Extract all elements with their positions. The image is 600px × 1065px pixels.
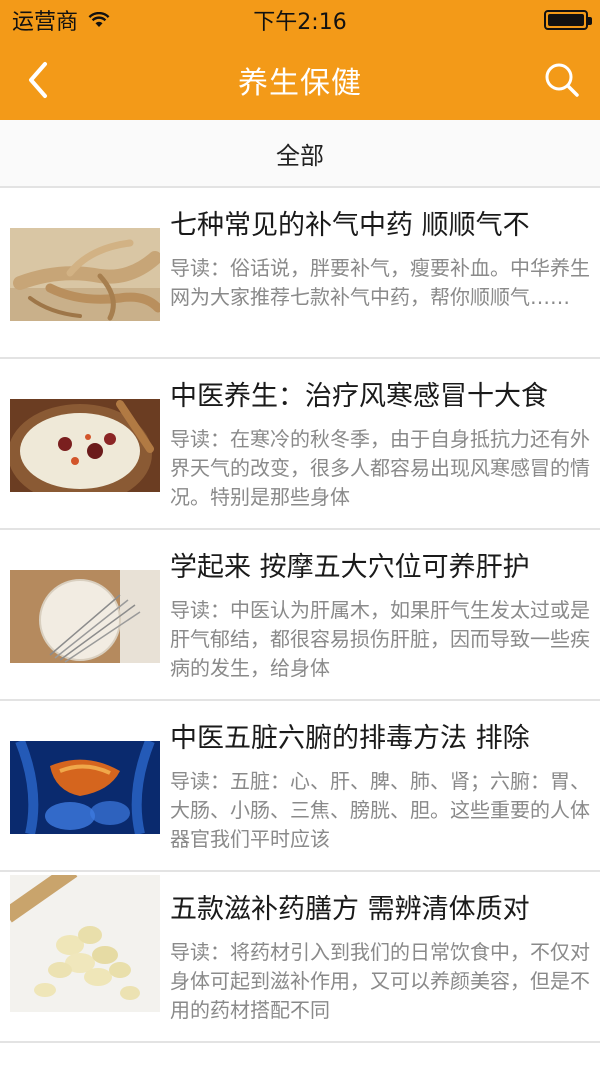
article-title: 中医养生：治疗风寒感冒十大食: [170, 381, 548, 412]
page-title: 养生保健: [238, 66, 362, 101]
article-item[interactable]: 中医五脏六腑的排毒方法 排除 导读：五脏：心、肝、脾、肺、肾；六腑：胃、大肠、小…: [0, 701, 600, 872]
article-summary: 导读：俗话说，胖要补气，瘦要补血。中华养生网为大家推荐七款补气中药，帮你顺顺气……: [170, 256, 590, 309]
article-item[interactable]: 学起来 按摩五大穴位可养肝护 导读：中医认为肝属木，如果肝气生发太过或是肝气郁结…: [0, 530, 600, 701]
article-item[interactable]: 中医养生：治疗风寒感冒十大食 导读：在寒冷的秋冬季，由于自身抵抗力还有外界天气的…: [0, 359, 600, 530]
article-title: 中医五脏六腑的排毒方法 排除: [170, 723, 530, 754]
status-bar: 运营商 下午2:16: [0, 0, 600, 40]
article-thumbnail-porridge: [10, 399, 160, 492]
article-thumbnail-acupuncture: [10, 570, 160, 663]
chevron-left-icon: [29, 62, 47, 98]
article-summary: 导读：在寒冷的秋冬季，由于自身抵抗力还有外界天气的改变，很多人都容易出现风寒感冒…: [170, 427, 590, 509]
category-filter-all[interactable]: 全部: [0, 120, 600, 188]
article-summary: 导读：中医认为肝属木，如果肝气生发太过或是肝气郁结，都很容易损伤肝脏，因而导致一…: [170, 598, 590, 680]
article-summary: 导读：将药材引入到我们的日常饮食中，不仅对身体可起到滋补作用，又可以养颜美容，但…: [170, 940, 590, 1022]
article-title: 五款滋补药膳方 需辨清体质对: [170, 894, 530, 925]
article-summary: 导读：五脏：心、肝、脾、肺、肾；六腑：胃、大肠、小肠、三焦、膀胱、胆。这些重要的…: [170, 769, 590, 851]
article-thumbnail-herbal-slices: [10, 875, 160, 1012]
search-icon: [545, 63, 579, 97]
status-left: 运营商: [12, 4, 110, 36]
article-item[interactable]: 五款滋补药膳方 需辨清体质对 导读：将药材引入到我们的日常饮食中，不仅对身体可起…: [0, 872, 600, 1043]
article-title: 学起来 按摩五大穴位可养肝护: [170, 552, 530, 583]
battery-icon: [544, 10, 592, 30]
article-item[interactable]: 七种常见的补气中药 顺顺气不 导读：俗话说，胖要补气，瘦要补血。中华养生网为大家…: [0, 188, 600, 359]
carrier-label: 运营商: [12, 10, 79, 35]
article-list: 七种常见的补气中药 顺顺气不 导读：俗话说，胖要补气，瘦要补血。中华养生网为大家…: [0, 188, 600, 1043]
article-thumbnail-organs: [10, 741, 160, 834]
back-button[interactable]: [18, 60, 58, 100]
wifi-icon: [88, 12, 110, 27]
article-thumbnail-ginseng: [10, 228, 160, 321]
article-title: 七种常见的补气中药 顺顺气不: [170, 210, 530, 241]
nav-bar: 养生保健: [0, 40, 600, 120]
search-button[interactable]: [540, 58, 584, 102]
